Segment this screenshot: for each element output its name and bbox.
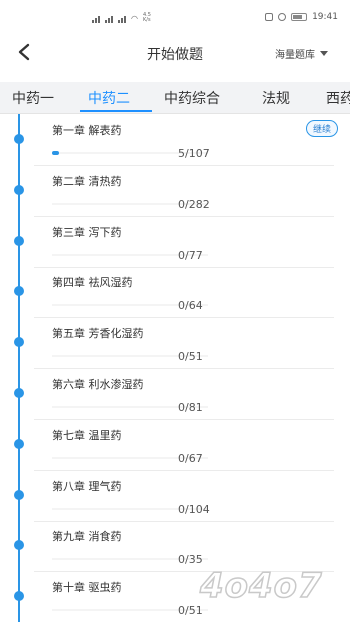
timeline-dot: [14, 388, 24, 398]
battery-icon: [291, 13, 308, 21]
chapter-title: 第七章 温里药: [52, 428, 122, 442]
question-bank-dropdown[interactable]: 海量题库: [275, 46, 328, 61]
chapter-progress-count: 0/64: [178, 299, 203, 313]
subject-tabs: 中药一 中药二 中药综合 法规 西药: [0, 82, 350, 114]
status-right: 19:41: [265, 12, 338, 22]
active-tab-indicator: [80, 110, 152, 112]
chapter-title: 第二章 清热药: [52, 174, 122, 188]
tab-zhongyao-2[interactable]: 中药二: [88, 88, 130, 108]
chapter-progress-count: 0/51: [178, 604, 203, 618]
chapter-item[interactable]: 第六章 利水渗湿药 0/81: [34, 370, 334, 420]
timeline-dot: [14, 184, 24, 195]
chapter-progress-count: 0/104: [178, 502, 210, 516]
timeline-dot: [14, 591, 24, 602]
tab-fagui[interactable]: 法规: [262, 88, 290, 108]
status-bar: ◠ 4.5 K/s 19:41: [0, 0, 350, 36]
chapter-title: 第三章 泻下药: [52, 225, 122, 239]
tab-zhongyao-1[interactable]: 中药一: [12, 88, 54, 108]
signal-icon: [118, 14, 128, 23]
chapter-item[interactable]: 第一章 解表药 5/107 继续: [34, 116, 338, 166]
chapter-progress-count: 0/282: [178, 197, 210, 211]
chapter-title: 第六章 利水渗湿药: [52, 378, 144, 391]
timeline-dot: [14, 489, 24, 500]
tab-xiyao[interactable]: 西药: [326, 88, 350, 108]
signal-group: ◠ 4.5 K/s: [92, 13, 151, 23]
chapter-item[interactable]: 第七章 温里药 0/67: [34, 421, 334, 471]
chapter-title: 第四章 祛风湿药: [52, 276, 133, 290]
nav-bar: 开始做题 海量题库: [0, 36, 350, 70]
chapter-progress-count: 0/51: [178, 350, 203, 364]
watermark-logo: 4o4o7: [199, 565, 323, 607]
wifi-icon: ◠: [131, 13, 138, 23]
chapter-title: 第八章 理气药: [52, 479, 122, 493]
chapter-progress-count: 0/77: [178, 248, 203, 262]
chapter-title: 第九章 消食药: [52, 530, 122, 544]
chapter-progress-count: 5/107: [178, 147, 210, 160]
tab-zhongyao-zonghe[interactable]: 中药综合: [164, 88, 220, 108]
network-speed: 4.5 K/s: [142, 12, 151, 23]
chapter-progress-count: 0/67: [178, 451, 203, 465]
signal-icon: [92, 14, 102, 23]
question-bank-label: 海量题库: [275, 50, 315, 61]
chapter-progress-count: 0/81: [178, 401, 203, 414]
chapter-item[interactable]: 第三章 泻下药 0/77: [34, 218, 334, 268]
chapter-progress-fill: [52, 151, 60, 155]
chapter-item[interactable]: 第五章 芳香化湿药 0/51: [34, 319, 334, 370]
chapter-title: 第十章 驱虫药: [52, 581, 122, 595]
chapter-item[interactable]: 第二章 清热药 0/282: [34, 167, 334, 217]
caret-down-icon: [320, 51, 328, 56]
chapter-item[interactable]: 第八章 理气药 0/104: [34, 472, 334, 522]
timeline-dot: [14, 286, 24, 297]
clock: 19:41: [312, 12, 338, 22]
timeline-dot: [14, 235, 24, 246]
nfc-icon: [265, 13, 274, 21]
chapter-title: 第一章 解表药: [52, 124, 122, 137]
signal-icon: [105, 14, 115, 23]
timeline-dot: [14, 337, 24, 348]
chapter-progress-count: 0/35: [178, 553, 203, 567]
chapter-title: 第五章 芳香化湿药: [52, 327, 144, 341]
timeline-dot: [14, 438, 24, 449]
chapter-item[interactable]: 第九章 消食药 0/35: [34, 522, 334, 573]
continue-button[interactable]: 继续: [305, 120, 338, 137]
alarm-icon: [278, 13, 287, 21]
timeline-dot: [14, 540, 24, 551]
timeline-dot: [14, 134, 24, 144]
chapter-item[interactable]: 第四章 祛风湿药 0/64: [34, 268, 334, 319]
